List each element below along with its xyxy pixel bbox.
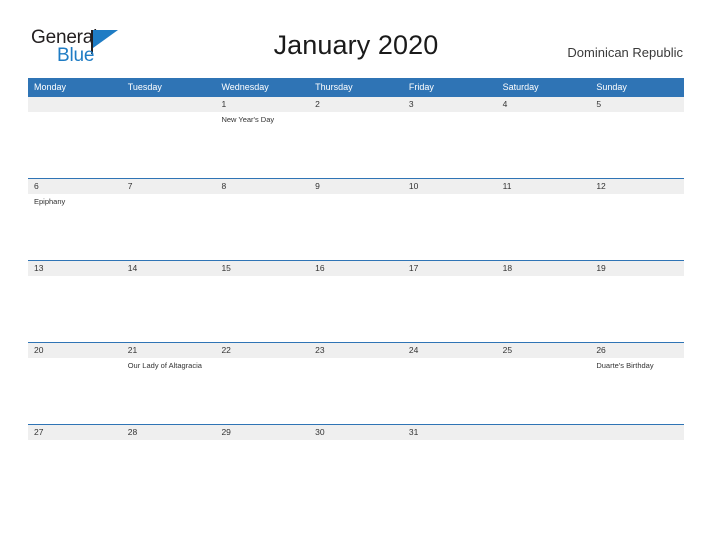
day-number[interactable] xyxy=(28,97,122,112)
day-event xyxy=(403,194,497,260)
day-number[interactable]: 8 xyxy=(215,179,309,194)
day-number[interactable]: 13 xyxy=(28,261,122,276)
weekday-header-monday: Monday xyxy=(34,82,67,92)
day-event xyxy=(497,358,591,424)
day-number[interactable] xyxy=(122,97,216,112)
day-number[interactable]: 20 xyxy=(28,343,122,358)
day-number[interactable]: 22 xyxy=(215,343,309,358)
day-number[interactable]: 23 xyxy=(309,343,403,358)
week-event-band xyxy=(28,440,684,464)
day-number[interactable]: 5 xyxy=(590,97,684,112)
day-number[interactable]: 9 xyxy=(309,179,403,194)
day-event xyxy=(403,276,497,342)
day-event xyxy=(403,358,497,424)
day-event xyxy=(309,440,403,464)
day-event xyxy=(28,358,122,424)
day-event xyxy=(122,440,216,464)
day-event: Our Lady of Altagracia xyxy=(127,361,202,370)
day-number[interactable]: 1 xyxy=(215,97,309,112)
weekday-header-friday: Friday xyxy=(408,82,434,92)
day-number[interactable]: 19 xyxy=(590,261,684,276)
region-label: Dominican Republic xyxy=(567,45,683,60)
day-number[interactable]: 29 xyxy=(215,425,309,440)
day-event xyxy=(497,112,591,178)
day-number[interactable]: 15 xyxy=(215,261,309,276)
day-number[interactable]: 11 xyxy=(497,179,591,194)
day-event xyxy=(215,276,309,342)
day-number[interactable]: 24 xyxy=(403,343,497,358)
day-event xyxy=(590,440,684,464)
week-row: 1 2 3 4 5 New Year's Day xyxy=(28,96,684,178)
day-number[interactable]: 31 xyxy=(403,425,497,440)
page-header: General Blue January 2020 Dominican Repu… xyxy=(0,0,712,66)
weekday-header-tuesday: Tuesday xyxy=(127,82,162,92)
day-number[interactable]: 26 xyxy=(590,343,684,358)
day-number[interactable]: 18 xyxy=(497,261,591,276)
day-number[interactable]: 28 xyxy=(122,425,216,440)
day-event xyxy=(590,276,684,342)
day-event xyxy=(309,194,403,260)
week-event-band: New Year's Day xyxy=(28,112,684,178)
week-date-band: 6 7 8 9 10 11 12 xyxy=(28,179,684,194)
day-event xyxy=(497,440,591,464)
week-row: 20 21 22 23 24 25 26 Our Lady of Altagra… xyxy=(28,342,684,424)
day-number[interactable]: 10 xyxy=(403,179,497,194)
day-number[interactable]: 2 xyxy=(309,97,403,112)
week-date-band: 27 28 29 30 31 xyxy=(28,425,684,440)
week-date-band: 13 14 15 16 17 18 19 xyxy=(28,261,684,276)
day-number[interactable]: 4 xyxy=(497,97,591,112)
week-event-band: Our Lady of Altagracia Duarte's Birthday xyxy=(28,358,684,424)
day-event xyxy=(309,112,403,178)
week-event-band: Epiphany xyxy=(28,194,684,260)
weekday-header-wednesday: Wednesday xyxy=(221,82,269,92)
day-event xyxy=(590,112,684,178)
weekday-header-thursday: Thursday xyxy=(315,82,353,92)
calendar-grid: Monday Tuesday Wednesday Thursday Friday… xyxy=(28,78,684,464)
day-event xyxy=(497,194,591,260)
week-row: 13 14 15 16 17 18 19 xyxy=(28,260,684,342)
weekday-header-row: Monday Tuesday Wednesday Thursday Friday… xyxy=(28,78,684,96)
week-date-band: 1 2 3 4 5 xyxy=(28,97,684,112)
day-event xyxy=(309,276,403,342)
day-event xyxy=(28,276,122,342)
day-number[interactable]: 6 xyxy=(28,179,122,194)
day-number[interactable]: 16 xyxy=(309,261,403,276)
day-number[interactable]: 25 xyxy=(497,343,591,358)
day-event: Duarte's Birthday xyxy=(596,361,654,370)
week-row: 27 28 29 30 31 xyxy=(28,424,684,464)
day-number[interactable]: 21 xyxy=(122,343,216,358)
day-event xyxy=(215,194,309,260)
weekday-header-saturday: Saturday xyxy=(502,82,539,92)
calendar-page: General Blue January 2020 Dominican Repu… xyxy=(0,0,712,550)
day-event xyxy=(215,358,309,424)
day-number[interactable] xyxy=(590,425,684,440)
week-row: 6 7 8 9 10 11 12 Epiphany xyxy=(28,178,684,260)
week-date-band: 20 21 22 23 24 25 26 xyxy=(28,343,684,358)
day-number[interactable]: 14 xyxy=(122,261,216,276)
day-event xyxy=(28,112,122,178)
day-event xyxy=(122,276,216,342)
day-number[interactable]: 3 xyxy=(403,97,497,112)
day-number[interactable]: 12 xyxy=(590,179,684,194)
day-number[interactable]: 7 xyxy=(122,179,216,194)
day-number[interactable]: 30 xyxy=(309,425,403,440)
day-number[interactable]: 17 xyxy=(403,261,497,276)
day-event xyxy=(309,358,403,424)
day-event xyxy=(28,440,122,464)
week-event-band xyxy=(28,276,684,342)
day-number[interactable] xyxy=(497,425,591,440)
day-number[interactable]: 27 xyxy=(28,425,122,440)
day-event xyxy=(215,440,309,464)
day-event xyxy=(403,440,497,464)
day-event xyxy=(403,112,497,178)
day-event xyxy=(122,194,216,260)
day-event: New Year's Day xyxy=(221,115,275,124)
day-event xyxy=(590,194,684,260)
day-event xyxy=(497,276,591,342)
day-event: Epiphany xyxy=(34,197,66,206)
day-event xyxy=(122,112,216,178)
weekday-header-sunday: Sunday xyxy=(596,82,627,92)
